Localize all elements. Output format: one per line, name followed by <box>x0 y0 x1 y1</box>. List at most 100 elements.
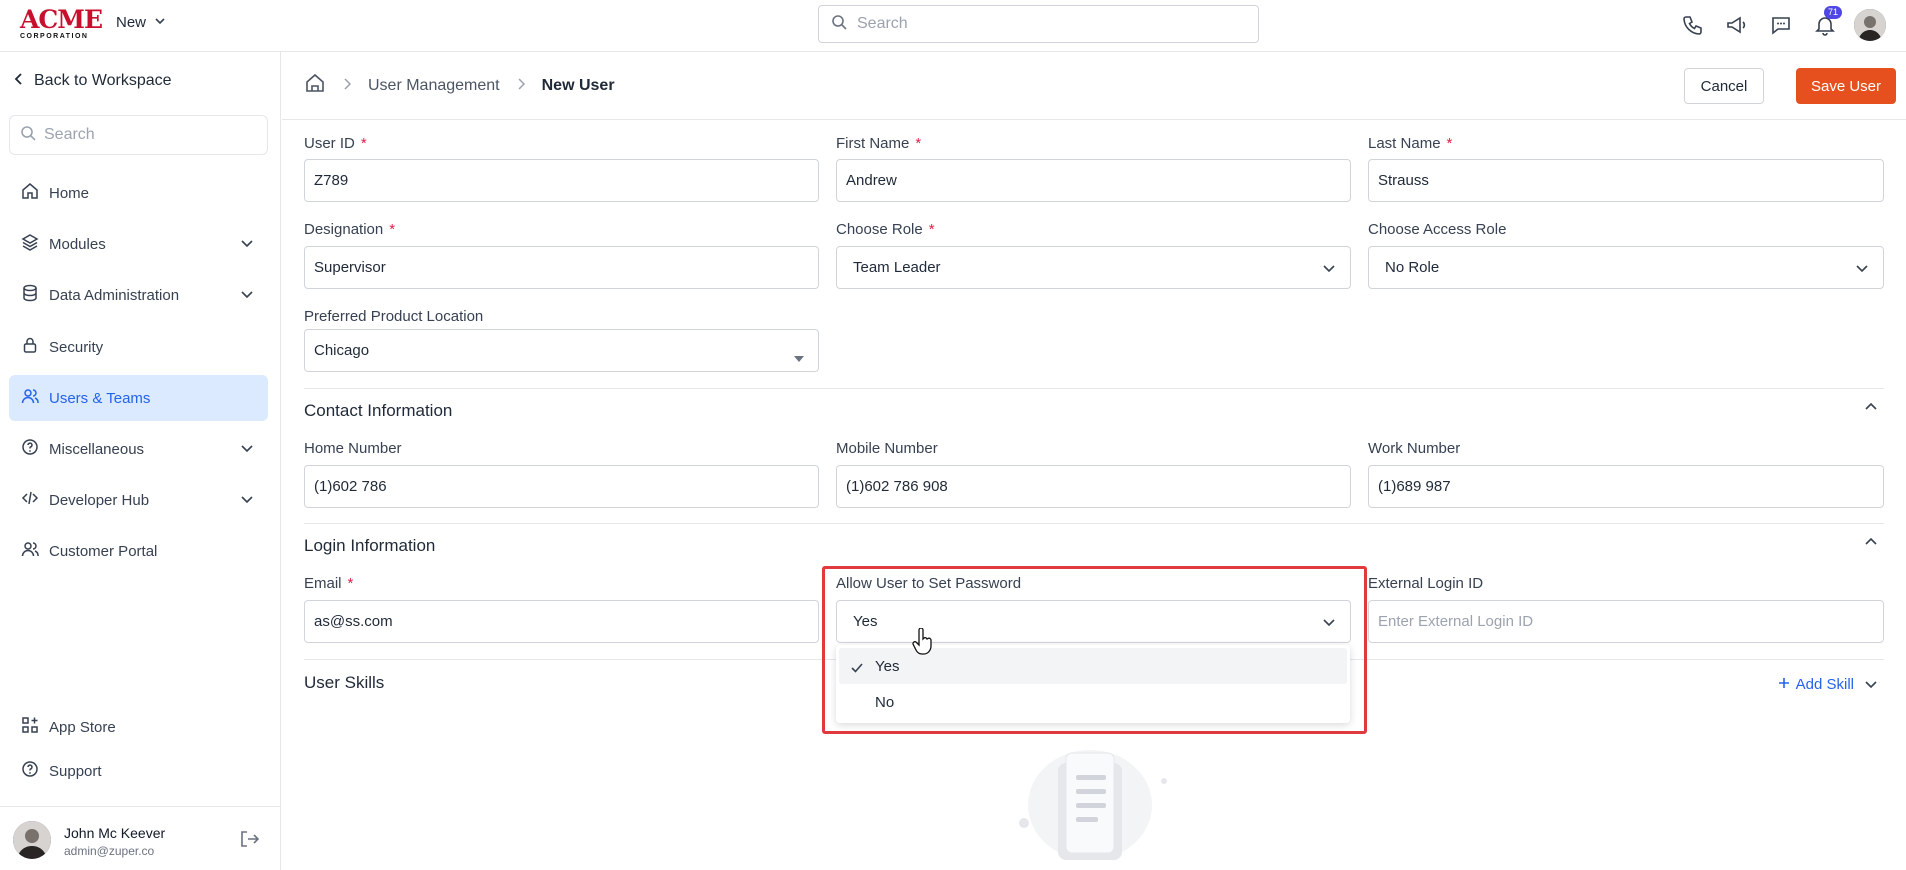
option-no-label: No <box>875 693 895 711</box>
designation-field[interactable]: Supervisor <box>304 246 819 289</box>
mobile-number-field[interactable]: (1)602 786 908 <box>836 465 1351 508</box>
company-logo[interactable]: ACME CORPORATION <box>20 5 103 41</box>
logo-wordmark: ACME <box>20 5 103 34</box>
plus-icon <box>1778 676 1790 693</box>
section-divider <box>304 388 1884 389</box>
breadcrumb-user-management[interactable]: User Management <box>368 77 500 95</box>
global-search-placeholder: Search <box>857 15 908 32</box>
home-icon[interactable] <box>304 72 326 99</box>
home-icon <box>21 182 39 204</box>
option-no[interactable]: No <box>839 684 1347 720</box>
sidebar-item-miscellaneous[interactable]: Miscellaneous <box>9 426 268 472</box>
option-yes-label: Yes <box>875 657 900 675</box>
user-name: John Mc Keever <box>64 825 166 841</box>
product-location-value: Chicago <box>314 342 370 359</box>
designation-label: Designation * <box>304 221 396 238</box>
chevron-right-icon <box>342 77 352 95</box>
product-location-select[interactable]: Chicago <box>304 329 819 372</box>
sidebar-search-input[interactable]: Search <box>9 115 268 155</box>
sidebar-item-label: Support <box>49 762 102 780</box>
notification-bell-icon[interactable]: 71 <box>1810 6 1842 42</box>
home-number-field[interactable]: (1)602 786 <box>304 465 819 508</box>
search-icon <box>20 125 36 146</box>
sidebar-item-support[interactable]: Support <box>9 751 268 791</box>
sidebar: Back to Workspace Search Home Modules Da… <box>0 52 281 870</box>
skills-section-title: User Skills <box>304 673 385 692</box>
back-to-workspace-label: Back to Workspace <box>34 72 172 89</box>
help-icon <box>21 760 39 782</box>
sidebar-search-placeholder: Search <box>44 126 95 143</box>
sidebar-item-label: Developer Hub <box>49 491 150 509</box>
breadcrumb-new-user: New User <box>541 76 615 94</box>
chevron-down-icon <box>240 441 254 459</box>
first-name-label: First Name * <box>836 135 922 152</box>
new-menu-label: New <box>116 14 147 31</box>
add-skill-label: Add Skill <box>1795 676 1854 693</box>
user-id-field[interactable]: Z789 <box>304 159 819 202</box>
contact-section-title: Contact Information <box>304 401 453 420</box>
choose-role-select[interactable]: Team Leader <box>836 246 1351 289</box>
access-role-value: No Role <box>1385 259 1440 276</box>
sidebar-item-label: Miscellaneous <box>49 440 145 458</box>
sidebar-item-label: Data Administration <box>49 286 180 304</box>
chevron-up-icon[interactable] <box>1864 535 1878 554</box>
email-value: as@ss.com <box>314 613 393 630</box>
logo-subtext: CORPORATION <box>20 33 89 40</box>
sidebar-item-label: App Store <box>49 718 116 736</box>
designation-value: Supervisor <box>314 259 386 276</box>
home-number-value: (1)602 786 <box>314 478 387 495</box>
sidebar-item-developer-hub[interactable]: Developer Hub <box>9 477 268 523</box>
top-bar: ACME CORPORATION New Search 71 <box>0 0 1906 52</box>
work-number-field[interactable]: (1)689 987 <box>1368 465 1884 508</box>
external-login-field[interactable]: Enter External Login ID <box>1368 600 1884 643</box>
sidebar-item-label: Security <box>49 338 104 356</box>
last-name-value: Strauss <box>1378 172 1429 189</box>
sidebar-item-data-administration[interactable]: Data Administration <box>9 272 268 318</box>
global-search-input[interactable]: Search <box>818 5 1259 43</box>
sidebar-item-modules[interactable]: Modules <box>9 221 268 267</box>
first-name-value: Andrew <box>846 172 897 189</box>
sidebar-item-app-store[interactable]: App Store <box>9 707 268 747</box>
sidebar-item-security[interactable]: Security <box>9 324 268 370</box>
user-email: admin@zuper.co <box>64 844 155 858</box>
chevron-left-icon <box>14 72 24 90</box>
users-icon <box>21 387 39 409</box>
chevron-down-icon <box>1855 261 1869 279</box>
first-name-field[interactable]: Andrew <box>836 159 1351 202</box>
megaphone-icon[interactable] <box>1722 8 1752 42</box>
hand-cursor-icon <box>912 627 934 661</box>
user-avatar[interactable] <box>1854 9 1886 41</box>
chat-icon[interactable] <box>1766 8 1796 42</box>
access-role-select[interactable]: No Role <box>1368 246 1884 289</box>
check-icon <box>851 660 863 677</box>
email-field[interactable]: as@ss.com <box>304 600 819 643</box>
chevron-down-icon <box>240 492 254 510</box>
new-menu-button[interactable]: New <box>116 14 166 31</box>
sidebar-item-customer-portal[interactable]: Customer Portal <box>9 528 268 574</box>
last-name-field[interactable]: Strauss <box>1368 159 1884 202</box>
user-id-value: Z789 <box>314 172 349 189</box>
avatar[interactable] <box>13 821 51 859</box>
save-user-button[interactable]: Save User <box>1796 68 1896 104</box>
phone-icon[interactable] <box>1678 8 1708 42</box>
sidebar-item-users-teams[interactable]: Users & Teams <box>9 375 268 421</box>
logout-icon[interactable] <box>239 829 260 854</box>
last-name-label: Last Name * <box>1368 135 1453 152</box>
chevron-down-icon[interactable] <box>1864 677 1878 696</box>
notification-badge: 71 <box>1823 6 1842 19</box>
cancel-button[interactable]: Cancel <box>1684 68 1764 104</box>
sidebar-item-label: Home <box>49 184 90 202</box>
work-number-label: Work Number <box>1368 440 1461 457</box>
mobile-number-value: (1)602 786 908 <box>846 478 948 495</box>
external-login-label: External Login ID <box>1368 575 1484 592</box>
home-number-label: Home Number <box>304 440 402 457</box>
mobile-number-label: Mobile Number <box>836 440 938 457</box>
add-skill-button[interactable]: Add Skill <box>1778 676 1854 693</box>
search-icon <box>831 14 847 35</box>
chevron-up-icon[interactable] <box>1864 400 1878 419</box>
user-id-label: User ID * <box>304 135 367 152</box>
code-icon <box>21 489 39 511</box>
sidebar-item-home[interactable]: Home <box>9 170 268 216</box>
back-to-workspace-link[interactable]: Back to Workspace <box>14 72 172 90</box>
chevron-down-icon <box>240 236 254 254</box>
